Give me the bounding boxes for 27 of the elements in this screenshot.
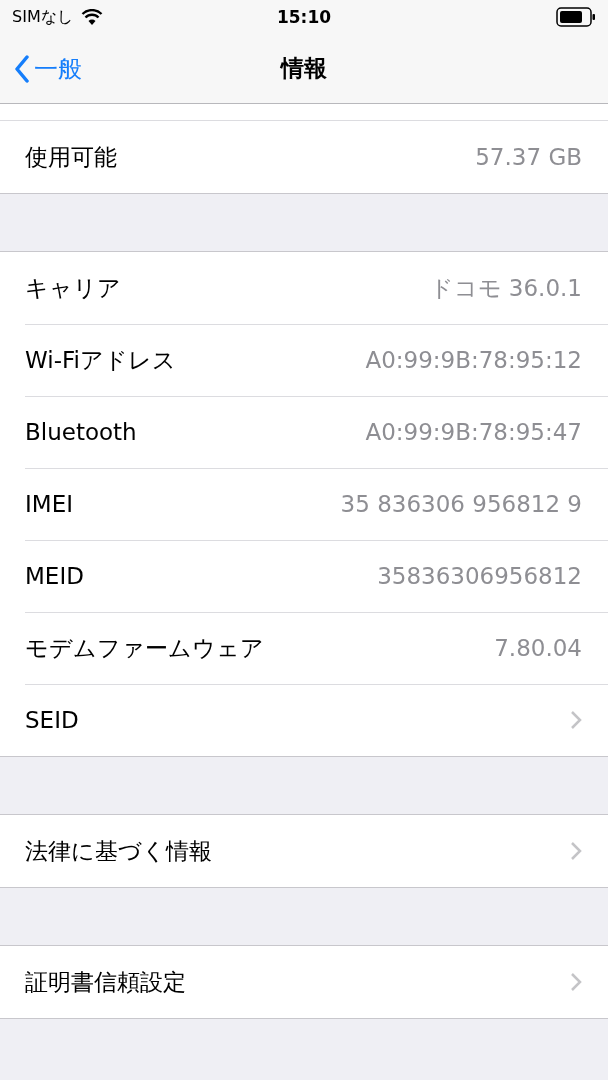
- row-value: 57.37 GB: [475, 144, 582, 170]
- row-label: MEID: [25, 563, 85, 589]
- status-time: 15:10: [276, 7, 332, 27]
- row-value: 35 836306 956812 9: [340, 491, 582, 517]
- chevron-icon: [570, 972, 582, 992]
- row-label: Bluetooth: [25, 419, 138, 445]
- carrier-label: SIMなし: [12, 6, 73, 28]
- row-label: SEID: [25, 707, 80, 733]
- chevron-icon: [570, 841, 582, 861]
- back-button[interactable]: 一般: [0, 51, 88, 86]
- row-label: キャリア: [25, 273, 122, 303]
- row-label: 証明書信頼設定: [25, 967, 187, 997]
- row-label: モデムファームウェア: [25, 633, 265, 663]
- row-value: 7.80.04: [494, 635, 582, 661]
- back-chevron-icon: [14, 54, 30, 83]
- row-value: 35836306956812: [377, 563, 582, 589]
- row-label: Wi-Fiアドレス: [25, 345, 177, 375]
- row-value: A0:99:9B:78:95:12: [365, 347, 582, 373]
- row-label: IMEI: [25, 491, 74, 517]
- chevron-icon: [570, 710, 582, 730]
- nav-title: 情報: [281, 54, 327, 83]
- row-label: 法律に基づく情報: [25, 836, 213, 866]
- wifi-icon: [80, 9, 103, 25]
- row-label: 使用可能: [25, 142, 118, 172]
- row-value: ドコモ 36.0.1: [429, 273, 582, 303]
- row-value: A0:99:9B:78:95:47: [365, 419, 582, 445]
- battery-icon: [556, 7, 596, 27]
